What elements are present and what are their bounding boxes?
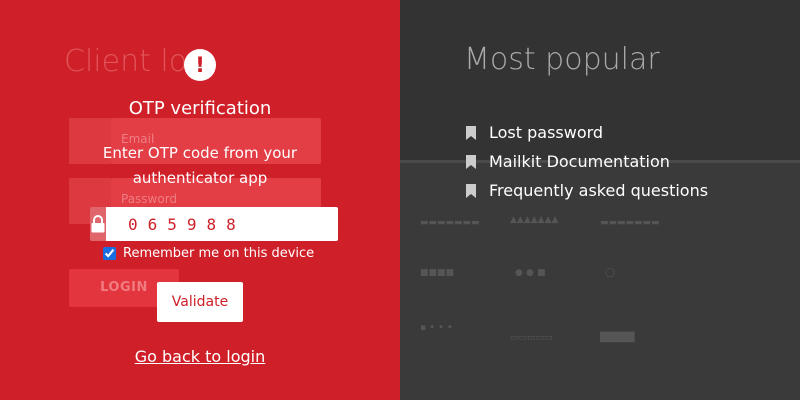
popular-item-label: Frequently asked questions: [489, 181, 709, 200]
otp-code-input[interactable]: [106, 207, 338, 241]
background-logo: ▪ • • •: [420, 323, 453, 333]
remember-device[interactable]: Remember me on this device: [103, 246, 314, 261]
lock-icon: [90, 207, 106, 241]
login-panel: Client lo Email Password LOGIN ! OTP ver…: [0, 0, 400, 400]
alert-icon: !: [184, 49, 216, 81]
background-logo: ■■■■: [420, 268, 455, 278]
popular-item-label: Mailkit Documentation: [489, 152, 670, 171]
background-logo: █████: [600, 333, 635, 343]
background-logo: ▬▬▬▬▬▬▬: [420, 218, 480, 228]
popular-item-lost-password[interactable]: Lost password: [466, 118, 708, 147]
validate-button[interactable]: Validate: [157, 282, 243, 322]
popular-list: Lost password Mailkit Documentation Freq…: [466, 118, 708, 205]
background-logo: ▲▲▲▲▲▲▲: [510, 215, 559, 225]
popular-title: Most popular: [464, 42, 660, 77]
remember-device-checkbox[interactable]: [103, 247, 116, 260]
otp-title: OTP verification: [128, 98, 272, 119]
popular-item-mailkit-documentation[interactable]: Mailkit Documentation: [466, 147, 708, 176]
remember-device-label: Remember me on this device: [123, 246, 315, 261]
bookmark-icon: [466, 154, 476, 169]
background-logo: ● ● ■: [515, 268, 546, 278]
background-logo: ◯: [605, 268, 616, 278]
popular-item-faq[interactable]: Frequently asked questions: [466, 176, 708, 205]
bookmark-icon: [466, 183, 476, 198]
back-to-login-link[interactable]: Go back to login: [0, 347, 400, 366]
otp-input-group: [90, 207, 338, 241]
bookmark-icon: [466, 125, 476, 140]
otp-dialog: ! OTP verification Enter OTP code from y…: [0, 0, 400, 400]
background-logo: ▬▬▬▬▬▬▬: [600, 218, 660, 228]
background-logo: ▭▭▭▭▭: [510, 333, 553, 343]
popular-panel: ▬▬▬▬▬▬▬ ▲▲▲▲▲▲▲ ▬▬▬▬▬▬▬ ■■■■ ● ● ■ ◯ ▪ •…: [400, 0, 800, 400]
popular-item-label: Lost password: [489, 123, 604, 142]
otp-instructions: Enter OTP code from your authenticator a…: [102, 144, 298, 187]
